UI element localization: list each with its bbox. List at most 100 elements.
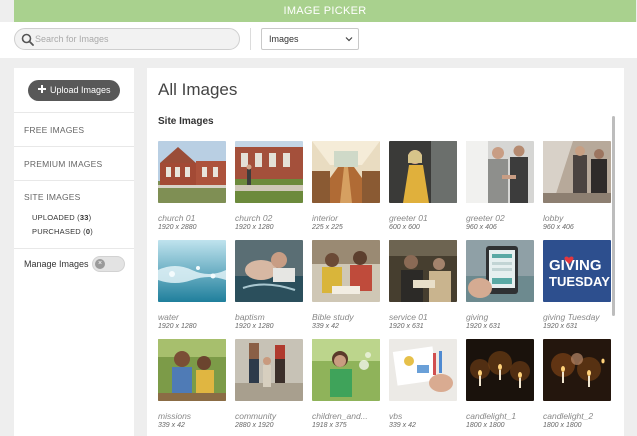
- plus-icon: [38, 85, 46, 93]
- image-tile[interactable]: Bible study 339 x 42: [312, 240, 380, 330]
- image-tile[interactable]: vbs 339 x 42: [389, 339, 457, 429]
- uploaded-label: UPLOADED (: [32, 213, 80, 222]
- image-name: children_and...: [312, 411, 368, 421]
- image-name: lobby: [543, 213, 564, 223]
- sidebar-divider: [14, 112, 134, 113]
- image-tile[interactable]: baptism 1920 x 1280: [235, 240, 303, 330]
- sidebar-item-site-images[interactable]: SITE IMAGES: [24, 192, 81, 202]
- image-name: candlelight_2: [543, 411, 594, 421]
- image-size: 1920 x 631: [543, 323, 578, 330]
- image-name: vbs: [389, 411, 403, 421]
- image-type-select[interactable]: Images: [261, 28, 359, 50]
- image-tile[interactable]: candlelight_2 1800 x 1800: [543, 339, 611, 429]
- image-type-select-value: Images: [269, 34, 299, 44]
- image-size: 960 x 406: [466, 224, 497, 231]
- upload-images-button[interactable]: Upload Images: [28, 80, 120, 101]
- sidebar-subitem-uploaded[interactable]: UPLOADED (33): [32, 213, 91, 222]
- image-size: 2880 x 1920: [235, 422, 274, 429]
- greeter-woman-thumbnail: [389, 141, 457, 203]
- service-thumbnail: [389, 240, 457, 302]
- manage-images-label: Manage Images: [24, 259, 89, 269]
- sidebar-divider: [14, 180, 134, 181]
- lobby-thumbnail: [543, 141, 611, 203]
- image-tile[interactable]: GIVING TUESDAY giving Tuesday 1920 x 631: [543, 240, 611, 330]
- image-size: 1920 x 1280: [158, 323, 197, 330]
- image-name: church 01: [158, 213, 196, 223]
- toolbar: Images: [0, 22, 637, 58]
- giving-tuesday-logo-line1: GIVING: [549, 257, 602, 274]
- toolbar-divider: [250, 28, 251, 50]
- image-size: 1920 x 1280: [235, 323, 274, 330]
- image-size: 1920 x 631: [466, 323, 501, 330]
- image-name: service 01: [389, 312, 428, 322]
- image-name: greeter 01: [389, 213, 428, 223]
- image-size: 1800 x 1800: [543, 422, 582, 429]
- image-name: church 02: [235, 213, 273, 223]
- image-size: 1918 x 375: [312, 422, 347, 429]
- image-size: 339 x 42: [158, 422, 185, 429]
- search-input[interactable]: [35, 30, 235, 48]
- page-title: All Images: [158, 80, 238, 99]
- image-size: 600 x 600: [389, 224, 420, 231]
- uploaded-close-paren: ): [88, 213, 92, 222]
- candlelight-thumbnail: [543, 339, 611, 401]
- community-thumbnail: [235, 339, 303, 401]
- image-tile[interactable]: candlelight_1 1800 x 1800: [466, 339, 534, 429]
- chevron-down-icon: [345, 37, 353, 42]
- image-name: community: [235, 411, 277, 421]
- missions-thumbnail: [158, 339, 226, 401]
- church-exterior-thumbnail: [158, 141, 226, 203]
- giving-tuesday-logo-line2: TUESDAY: [549, 274, 610, 289]
- image-name: interior: [312, 213, 338, 223]
- image-size: 339 x 42: [312, 323, 339, 330]
- greeter-handshake-thumbnail: [466, 141, 534, 203]
- image-tile[interactable]: water 1920 x 1280: [158, 240, 226, 330]
- image-tile[interactable]: missions 339 x 42: [158, 339, 226, 429]
- image-tile[interactable]: lobby 960 x 406: [543, 141, 611, 231]
- giving-tuesday-thumbnail: GIVING TUESDAY: [543, 240, 611, 302]
- vbs-thumbnail: [389, 339, 457, 401]
- image-tile[interactable]: giving 1920 x 631: [466, 240, 534, 330]
- purchased-close-paren: ): [90, 227, 93, 236]
- manage-images-toggle[interactable]: ×: [92, 256, 125, 272]
- image-tile[interactable]: community 2880 x 1920: [235, 339, 303, 429]
- image-picker-header: IMAGE PICKER: [14, 0, 636, 22]
- sidebar-item-premium-images[interactable]: PREMIUM IMAGES: [24, 159, 102, 169]
- image-name: giving: [466, 312, 489, 322]
- image-tile[interactable]: service 01 1920 x 631: [389, 240, 457, 330]
- image-name: baptism: [235, 312, 265, 322]
- sidebar-item-free-images[interactable]: FREE IMAGES: [24, 125, 84, 135]
- children-thumbnail: [312, 339, 380, 401]
- image-tile[interactable]: interior 225 x 225: [312, 141, 380, 231]
- section-title: Site Images: [158, 116, 214, 127]
- giving-phone-thumbnail: [466, 240, 534, 302]
- sidebar-subitem-purchased[interactable]: PURCHASED (0): [32, 227, 93, 236]
- toggle-off-icon: ×: [95, 259, 105, 269]
- search-icon: [21, 33, 34, 46]
- search-box[interactable]: [14, 28, 240, 50]
- image-tile[interactable]: greeter 02 960 x 406: [466, 141, 534, 231]
- scrollbar-thumb[interactable]: [612, 116, 615, 316]
- image-size: 1920 x 1280: [235, 224, 274, 231]
- purchased-label: PURCHASED (: [32, 227, 86, 236]
- image-size: 339 x 42: [389, 422, 416, 429]
- image-tile[interactable]: church 01 1920 x 2880: [158, 141, 226, 231]
- image-name: candlelight_1: [466, 411, 517, 421]
- image-size: 960 x 406: [543, 224, 574, 231]
- image-size: 225 x 225: [312, 224, 343, 231]
- image-size: 1800 x 1800: [466, 422, 505, 429]
- image-tile[interactable]: greeter 01 600 x 600: [389, 141, 457, 231]
- water-thumbnail: [158, 240, 226, 302]
- image-name: giving Tuesday: [543, 312, 600, 322]
- image-tile[interactable]: children_and... 1918 x 375: [312, 339, 380, 429]
- baptism-thumbnail: [235, 240, 303, 302]
- uploaded-count: 33: [79, 213, 89, 222]
- sidebar-divider: [14, 146, 134, 147]
- image-name: Bible study: [312, 312, 354, 322]
- image-tile[interactable]: church 02 1920 x 1280: [235, 141, 303, 231]
- sidebar-divider: [14, 248, 134, 249]
- candlelight-thumbnail: [466, 339, 534, 401]
- image-size: 1920 x 631: [389, 323, 424, 330]
- sidebar: Upload Images FREE IMAGES PREMIUM IMAGES…: [14, 68, 134, 436]
- church-interior-thumbnail: [312, 141, 380, 203]
